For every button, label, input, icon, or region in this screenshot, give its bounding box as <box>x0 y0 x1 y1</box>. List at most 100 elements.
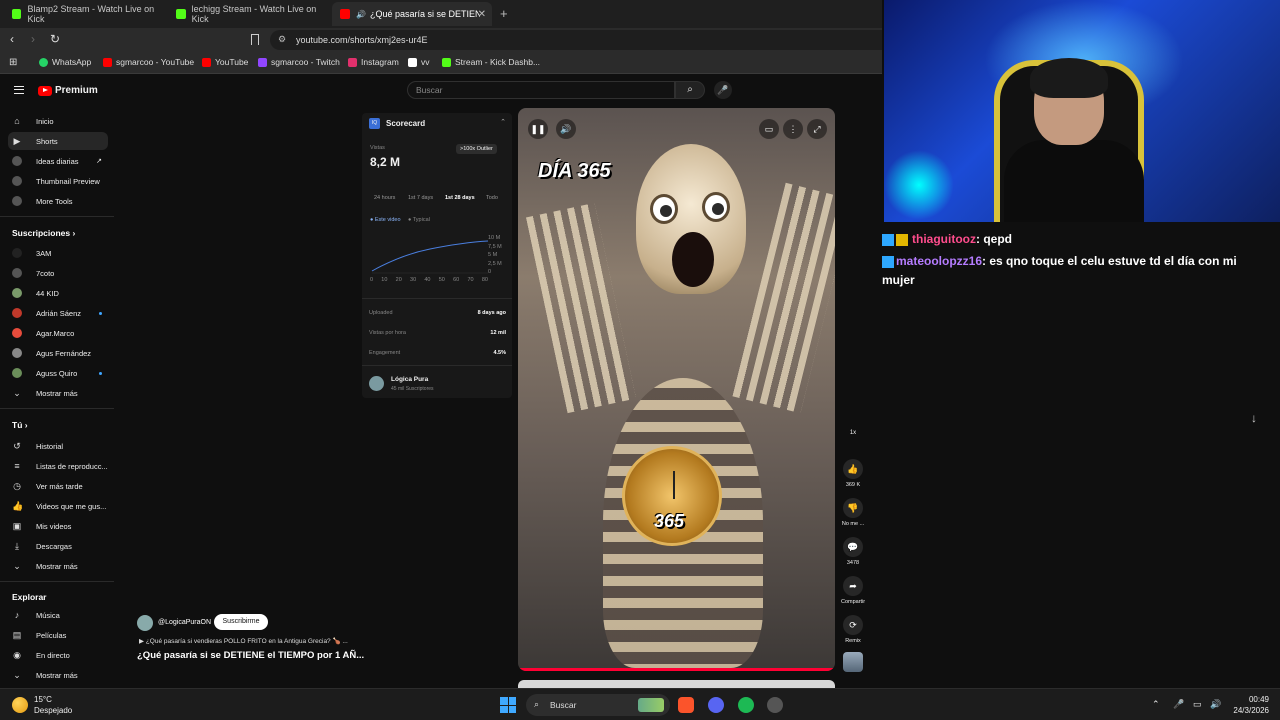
channel-avatar[interactable] <box>137 615 153 631</box>
sidebar-item-ideas[interactable]: Ideas diarias ↗ <box>8 152 108 170</box>
range-28d[interactable]: 1st 28 days <box>445 195 475 201</box>
channel-handle[interactable]: @LogicaPuraON <box>158 619 211 626</box>
remix-button[interactable]: ⟳ Remix <box>841 615 865 644</box>
bookmark-youtube[interactable]: YouTube <box>202 57 248 67</box>
volume-icon[interactable]: 🔊 <box>556 119 576 139</box>
sub-44kid[interactable]: 44 KID <box>8 284 108 302</box>
stream-chat: thiaguitooz: qepd mateoolopzz16: es qno … <box>882 226 1280 296</box>
tab-label: ¿Qué pasaría si se DETIENE el <box>369 9 480 19</box>
bookmark-kick-dashboard[interactable]: Stream - Kick Dashb... <box>442 57 540 67</box>
tab-blamp2[interactable]: Blamp2 Stream - Watch Live on Kick <box>4 2 166 26</box>
bookmark-sgmarcoo-twitch[interactable]: sgmarcoo - Twitch <box>258 57 340 67</box>
show-more-explore[interactable]: ⌄ Mostrar más <box>8 666 108 684</box>
share-button[interactable]: ➦ Compartir <box>841 576 865 605</box>
chevron-down-icon: ⌄ <box>13 670 21 680</box>
range-7d[interactable]: 1st 7 days <box>408 195 433 201</box>
like-button[interactable]: 👍 369 K <box>841 459 865 488</box>
apps-grid-icon[interactable]: ⊞ <box>9 57 17 68</box>
collapse-icon[interactable]: ⌃ <box>500 118 506 126</box>
range-24h[interactable]: 24 hours <box>374 195 395 201</box>
dislike-button[interactable]: 👎 No me ... <box>841 498 865 527</box>
show-more-you[interactable]: ⌄ Mostrar más <box>8 557 108 575</box>
sidebar-item-playlists[interactable]: ≡ Listas de reproducc... <box>8 457 108 475</box>
reload-icon[interactable]: ↻ <box>50 32 60 46</box>
bookmark-instagram[interactable]: Instagram <box>348 57 399 67</box>
sub-3am[interactable]: 3AM <box>8 244 108 262</box>
close-tab-icon[interactable]: ✕ <box>478 9 486 20</box>
bookmark-vv[interactable]: vv <box>408 57 430 67</box>
temperature: 15°C <box>34 695 52 704</box>
clock-date[interactable]: 24/3/2026 <box>1227 706 1269 715</box>
show-more-subs[interactable]: ⌄ Mostrar más <box>8 384 108 402</box>
sidebar-item-historial[interactable]: ↺ Historial <box>8 437 108 455</box>
captions-icon[interactable]: ▭ <box>759 119 779 139</box>
sidebar-item-downloads[interactable]: ⤓ Descargas <box>8 537 108 555</box>
next-short-preview[interactable] <box>518 680 835 688</box>
audio-thumbnail[interactable] <box>843 652 863 672</box>
sidebar-item-inicio[interactable]: ⌂ Inicio <box>8 112 108 130</box>
chat-username[interactable]: thiaguitooz <box>912 232 976 246</box>
back-icon[interactable]: ‹ <box>10 32 14 46</box>
you-heading[interactable]: Tú › <box>12 420 28 430</box>
url-field[interactable]: ⚙ youtube.com/shorts/xmj2es-ur4E <box>270 30 882 50</box>
youtube-page: Premium Buscar ⌕ 🎤 ⌂ Inicio ▶ Shorts Ideas… <box>0 75 882 688</box>
short-video-player[interactable]: DÍA 365 365 ❚❚ 🔊 ▭ ⋮ ⤢ <box>518 108 835 671</box>
voice-search-icon[interactable]: 🎤 <box>714 81 732 99</box>
volume-icon[interactable]: 🔊 <box>1210 699 1221 710</box>
more-options-icon[interactable]: ⋮ <box>783 119 803 139</box>
speed-control[interactable]: 1x <box>841 430 865 436</box>
divider <box>362 365 512 366</box>
tab-lechigg[interactable]: lechigg Stream - Watch Live on Kick <box>168 2 330 26</box>
youtube-logo[interactable]: Premium <box>38 85 98 96</box>
sidebar-item-live[interactable]: ◉ En directo <box>8 646 108 664</box>
chat-username[interactable]: mateoolopzz16 <box>896 254 982 268</box>
range-all[interactable]: Todo <box>486 195 498 201</box>
settings-icon[interactable] <box>767 697 783 713</box>
comments-button[interactable]: 💬 3478 <box>841 537 865 566</box>
twitch-icon <box>258 57 267 67</box>
sub-agar-marco[interactable]: Agar.Marco <box>8 324 108 342</box>
bookmark-icon[interactable] <box>251 34 259 45</box>
sidebar-item-liked[interactable]: 👍 Videos que me gus... <box>8 497 108 515</box>
microphone-icon[interactable]: 🎤 <box>1173 699 1184 710</box>
sub-agus-fernandez[interactable]: Agus Fernández <box>8 344 108 362</box>
new-tab-icon[interactable]: + <box>500 6 508 21</box>
sidebar-item-thumbnail-preview[interactable]: Thumbnail Preview <box>8 172 108 190</box>
weather-moon-icon[interactable] <box>12 697 28 713</box>
sidebar-item-my-videos[interactable]: ▣ Mis videos <box>8 517 108 535</box>
sidebar-item-more-tools[interactable]: More Tools <box>8 192 108 210</box>
fullscreen-icon[interactable]: ⤢ <box>807 119 827 139</box>
site-settings-icon[interactable]: ⚙ <box>278 34 286 45</box>
channel-avatar[interactable] <box>369 376 384 391</box>
sidebar-item-movies[interactable]: ▤ Películas <box>8 626 108 644</box>
clock-time[interactable]: 00:49 <box>1233 695 1269 704</box>
spotify-icon[interactable] <box>738 697 754 713</box>
menu-icon[interactable] <box>14 86 24 94</box>
search-input[interactable]: Buscar <box>407 81 675 99</box>
sub-aguss-quiro[interactable]: Aguss Quiro <box>8 364 108 382</box>
forward-icon[interactable]: › <box>31 32 35 46</box>
pause-icon[interactable]: ❚❚ <box>528 119 548 139</box>
taskbar-search[interactable]: ⌕ Buscar <box>526 694 670 716</box>
sidebar-item-watch-later[interactable]: ◷ Ver más tarde <box>8 477 108 495</box>
channel-name[interactable]: Lógica Pura <box>391 376 428 383</box>
sub-7coto[interactable]: 7coto <box>8 264 108 282</box>
subscribe-button[interactable]: Suscribirme <box>214 614 268 630</box>
discord-icon[interactable] <box>708 697 724 713</box>
search-button[interactable]: ⌕ <box>675 81 705 99</box>
subscriptions-heading[interactable]: Suscripciones › <box>12 228 75 238</box>
related-video-link[interactable]: ▶ ¿Qué pasaría si vendieras POLLO FRITO … <box>139 637 348 645</box>
sub-adrian-saenz[interactable]: Adrián Sáenz <box>8 304 108 322</box>
video-progress-bar[interactable] <box>518 668 835 671</box>
brave-browser-icon[interactable] <box>678 697 694 713</box>
sidebar-item-shorts[interactable]: ▶ Shorts <box>8 132 108 150</box>
windows-start-icon[interactable] <box>500 697 516 713</box>
new-content-dot <box>99 311 102 315</box>
bookmark-sgmarcoo-youtube[interactable]: sgmarcoo - YouTube <box>103 57 194 67</box>
sidebar-item-music[interactable]: ♪ Música <box>8 606 108 624</box>
bookmark-whatsapp[interactable]: WhatsApp <box>39 57 91 67</box>
scroll-down-icon[interactable]: ↓ <box>1244 408 1264 428</box>
tab-youtube-short[interactable]: 🔊 ¿Qué pasaría si se DETIENE el ✕ <box>332 2 492 26</box>
chevron-up-icon[interactable]: ⌃ <box>1152 699 1160 710</box>
network-icon[interactable]: ▭ <box>1193 699 1202 710</box>
